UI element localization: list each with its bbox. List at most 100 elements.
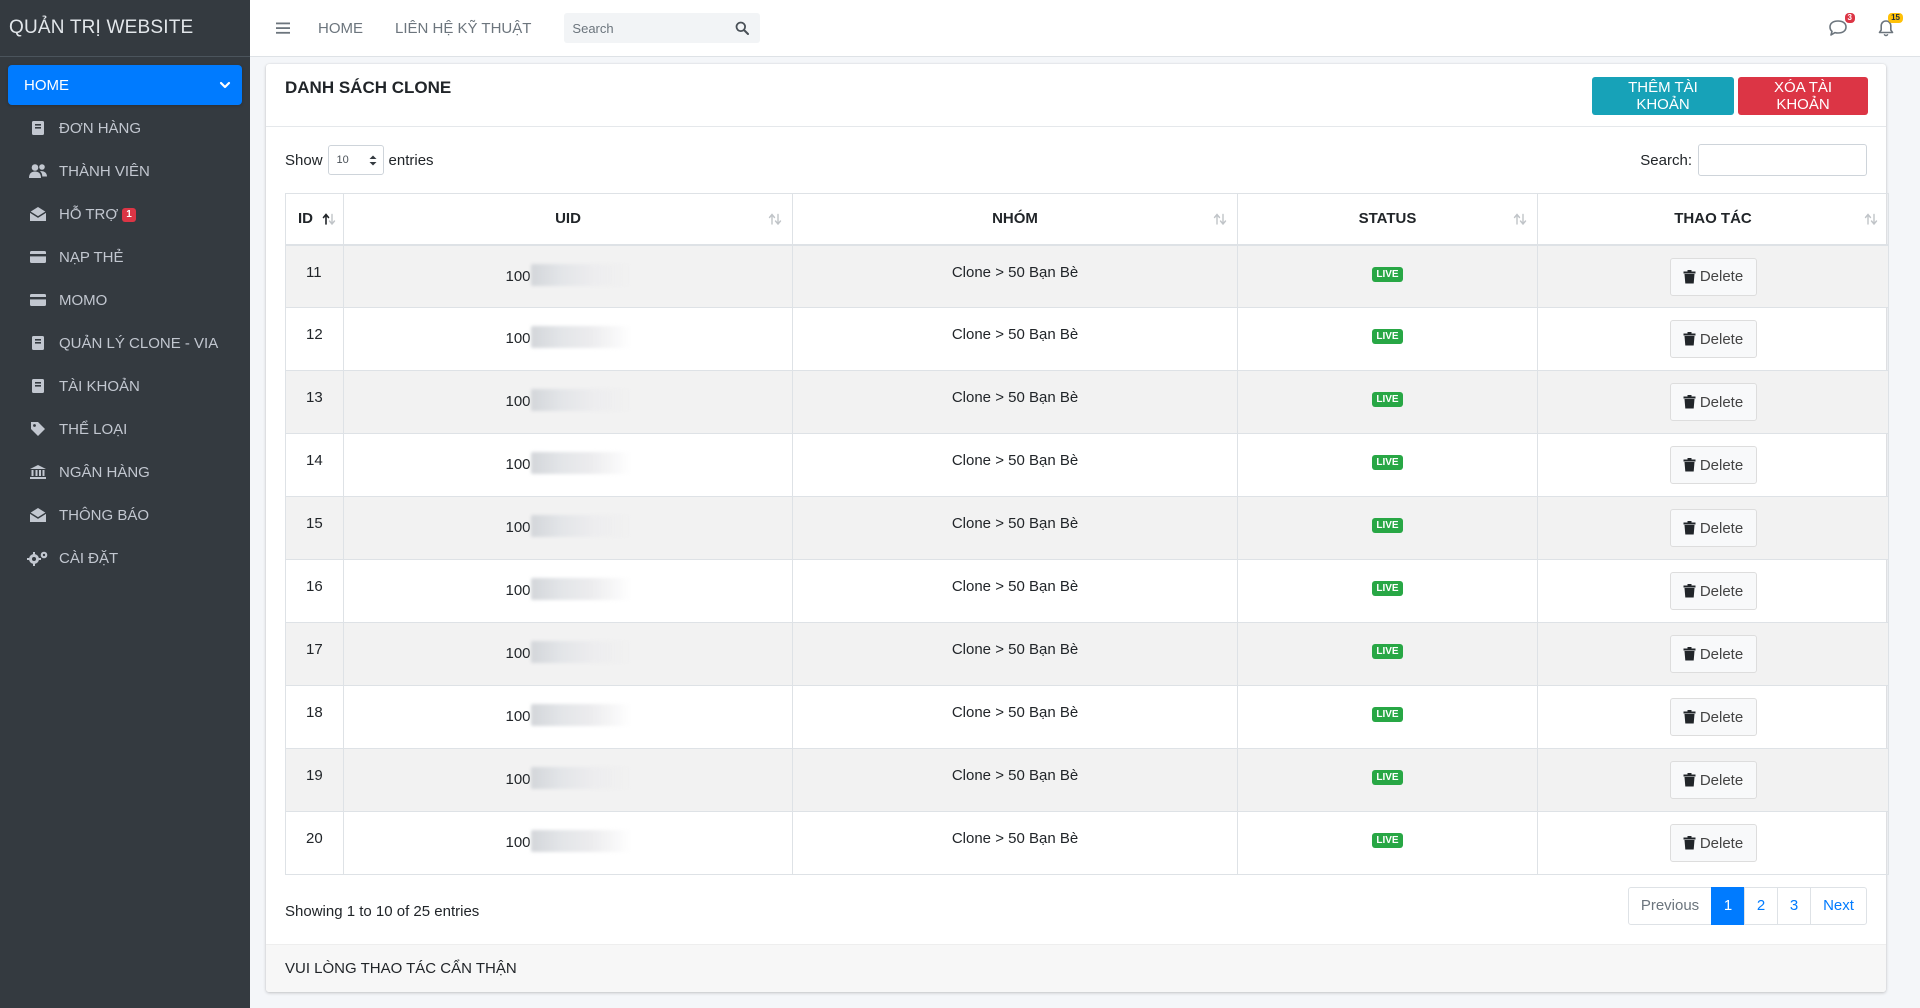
table-info: Showing 1 to 10 of 25 entries bbox=[285, 902, 480, 920]
cell-status: LIVE bbox=[1237, 622, 1538, 686]
table-body: 11 100 Clone > 50 Bạn Bè LIVE Delete 12 … bbox=[285, 244, 1889, 875]
sidebar-item-clone-via[interactable]: QUẢN LÝ CLONE - VIA bbox=[8, 323, 242, 363]
delete-accounts-button[interactable]: XÓA TÀI KHOẢN bbox=[1738, 77, 1868, 115]
sidebar-item-momo[interactable]: MOMO bbox=[8, 280, 242, 320]
trash-icon bbox=[1683, 395, 1696, 409]
trash-icon bbox=[1683, 458, 1696, 472]
sidebar-item-home[interactable]: HOME bbox=[8, 65, 242, 105]
sidebar-item-members[interactable]: THÀNH VIÊN bbox=[8, 151, 242, 191]
brand-title[interactable]: QUẢN TRỊ WEBSITE bbox=[0, 0, 250, 57]
sidebar-item-banks[interactable]: NGÂN HÀNG bbox=[8, 452, 242, 492]
table-row: 16 100 Clone > 50 Bạn Bè LIVE Delete bbox=[285, 559, 1889, 623]
cell-actions: Delete bbox=[1537, 622, 1889, 686]
sidebar-item-support[interactable]: HỖ TRỢ 1 bbox=[8, 194, 242, 234]
pagination-next[interactable]: Next bbox=[1810, 886, 1867, 925]
table-search-input[interactable] bbox=[1698, 144, 1867, 176]
add-account-button[interactable]: THÊM TÀI KHOẢN bbox=[1592, 77, 1734, 115]
delete-button[interactable]: Delete bbox=[1669, 257, 1757, 296]
pagination-page-1[interactable]: 1 bbox=[1711, 886, 1745, 925]
trash-icon bbox=[1683, 710, 1696, 724]
delete-button[interactable]: Delete bbox=[1669, 509, 1757, 547]
messages-icon[interactable]: 3 bbox=[1826, 13, 1855, 40]
column-header-label: STATUS bbox=[1358, 210, 1417, 228]
trash-icon bbox=[1683, 584, 1696, 598]
messages-badge: 3 bbox=[1844, 13, 1855, 23]
show-label: Show bbox=[285, 151, 323, 169]
delete-label: Delete bbox=[1699, 834, 1744, 852]
top-link-contact-tech[interactable]: LIÊN HỆ KỸ THUẬT bbox=[395, 20, 531, 37]
cell-status: LIVE bbox=[1237, 559, 1538, 623]
table-row: 17 100 Clone > 50 Bạn Bè LIVE Delete bbox=[285, 622, 1889, 686]
status-badge: LIVE bbox=[1372, 770, 1403, 785]
delete-label: Delete bbox=[1699, 771, 1744, 789]
pagination-page-3[interactable]: 3 bbox=[1777, 886, 1811, 925]
pagination: Previous 1 2 3 Next bbox=[1628, 886, 1867, 925]
column-header-group[interactable]: NHÓM bbox=[792, 193, 1238, 246]
menu-toggle-icon[interactable] bbox=[268, 13, 298, 43]
delete-button[interactable]: Delete bbox=[1669, 635, 1757, 673]
uid-prefix: 100 bbox=[505, 267, 531, 285]
cell-status: LIVE bbox=[1237, 811, 1538, 875]
delete-button[interactable]: Delete bbox=[1669, 320, 1757, 358]
page-length-control: Show 10 entries bbox=[285, 145, 434, 175]
delete-button[interactable]: Delete bbox=[1669, 761, 1757, 799]
card-footer-note: VUI LÒNG THAO TÁC CẨN THẬN bbox=[266, 944, 1886, 992]
uid-redacted bbox=[530, 326, 631, 348]
cell-uid: 100 bbox=[343, 622, 793, 686]
status-badge: LIVE bbox=[1372, 392, 1403, 407]
trash-icon bbox=[1683, 773, 1696, 787]
column-header-label: ID bbox=[298, 210, 313, 228]
page-length-select[interactable]: 10 bbox=[327, 145, 384, 175]
chevron-down-icon bbox=[218, 78, 232, 92]
delete-button[interactable]: Delete bbox=[1669, 824, 1757, 862]
cell-group: Clone > 50 Bạn Bè bbox=[792, 748, 1238, 812]
uid-prefix: 100 bbox=[505, 771, 531, 788]
delete-button[interactable]: Delete bbox=[1669, 446, 1757, 484]
pagination-page-2[interactable]: 2 bbox=[1744, 886, 1778, 925]
cell-status: LIVE bbox=[1237, 307, 1538, 371]
sidebar-item-accounts[interactable]: TÀI KHOẢN bbox=[8, 366, 242, 406]
sidebar-nav: HOME ĐƠN HÀNG THÀNH VIÊN HỖ TRỢ 1 NẠP THẺ… bbox=[0, 57, 250, 578]
sidebar-item-settings[interactable]: CÀI ĐẶT bbox=[8, 538, 242, 578]
uid-redacted bbox=[530, 641, 631, 663]
search-icon[interactable] bbox=[724, 13, 760, 43]
sidebar-item-categories[interactable]: THỂ LOẠI bbox=[8, 409, 242, 449]
sidebar-item-topup-card[interactable]: NẠP THẺ bbox=[8, 237, 242, 277]
delete-button[interactable]: Delete bbox=[1669, 698, 1757, 736]
delete-button[interactable]: Delete bbox=[1669, 572, 1757, 610]
column-header-id[interactable]: ID bbox=[285, 193, 344, 246]
top-link-home[interactable]: HOME bbox=[318, 20, 363, 37]
table-header-row: ID UID NHÓM STATUS THAO TÁC bbox=[285, 193, 1889, 246]
delete-button[interactable]: Delete bbox=[1669, 383, 1757, 421]
bank-icon bbox=[26, 463, 50, 481]
column-header-status[interactable]: STATUS bbox=[1237, 193, 1538, 246]
sidebar-item-notifications[interactable]: THÔNG BÁO bbox=[8, 495, 242, 535]
cell-group: Clone > 50 Bạn Bè bbox=[792, 370, 1238, 434]
trash-icon bbox=[1683, 332, 1696, 346]
cell-uid: 100 bbox=[343, 559, 793, 623]
uid-redacted bbox=[530, 389, 631, 411]
support-count-badge: 1 bbox=[122, 207, 136, 222]
navbar-search-input[interactable] bbox=[564, 13, 725, 43]
cell-actions: Delete bbox=[1537, 685, 1889, 749]
sidebar-item-label: THÀNH VIÊN bbox=[59, 162, 150, 180]
sidebar-item-label: CÀI ĐẶT bbox=[59, 549, 119, 567]
wallet-icon bbox=[26, 291, 50, 309]
pagination-previous[interactable]: Previous bbox=[1628, 886, 1712, 925]
cell-actions: Delete bbox=[1537, 748, 1889, 812]
sidebar-item-label: HOME bbox=[24, 76, 69, 94]
book-icon bbox=[26, 334, 50, 352]
sidebar-item-orders[interactable]: ĐƠN HÀNG bbox=[8, 108, 242, 148]
sidebar-item-label: QUẢN LÝ CLONE - VIA bbox=[59, 334, 219, 352]
cell-id: 16 bbox=[285, 559, 344, 623]
uid-redacted bbox=[530, 515, 631, 537]
column-header-actions[interactable]: THAO TÁC bbox=[1537, 193, 1889, 246]
sidebar-item-label: TÀI KHOẢN bbox=[59, 377, 140, 395]
trash-icon bbox=[1683, 647, 1696, 661]
credit-card-icon bbox=[26, 248, 50, 266]
status-badge: LIVE bbox=[1372, 581, 1403, 596]
column-header-uid[interactable]: UID bbox=[343, 193, 793, 246]
bell-icon[interactable]: 15 bbox=[1874, 13, 1903, 40]
trash-icon bbox=[1683, 836, 1696, 850]
table-row: 14 100 Clone > 50 Bạn Bè LIVE Delete bbox=[285, 433, 1889, 497]
